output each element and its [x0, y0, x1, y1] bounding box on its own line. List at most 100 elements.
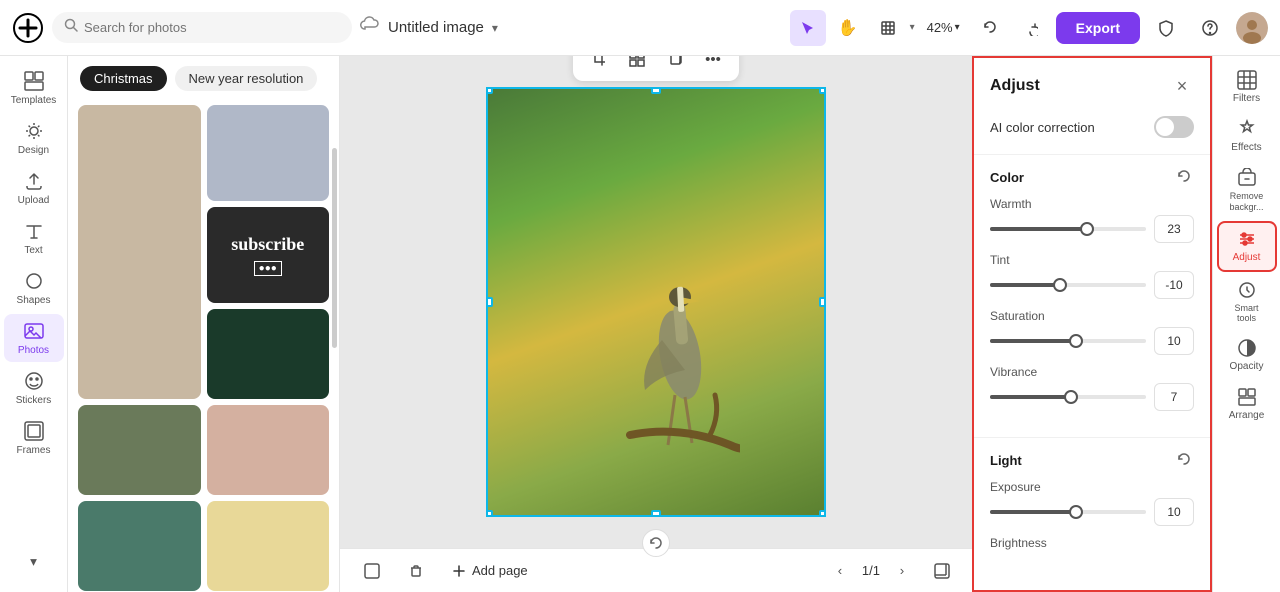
photo-thumb-5[interactable] [78, 405, 201, 495]
resize-handle-ml[interactable] [486, 297, 493, 307]
photo-thumb-4[interactable] [207, 309, 330, 399]
adjust-close-button[interactable]: × [1170, 74, 1194, 98]
photo-thumb-3[interactable]: subscribe●●● [207, 207, 330, 303]
vibrance-thumb[interactable] [1064, 390, 1078, 404]
search-box[interactable] [52, 12, 352, 43]
ai-correction-row: AI color correction [974, 110, 1210, 150]
warmth-thumb[interactable] [1080, 222, 1094, 236]
rotate-handle[interactable] [642, 529, 670, 557]
resize-handle-mr[interactable] [819, 297, 826, 307]
user-avatar[interactable] [1236, 12, 1268, 44]
frame-tool-button[interactable] [870, 10, 906, 46]
canvas-toolbar-icons: ✋ ▾ 42% ▾ [790, 10, 1048, 46]
saturation-label: Saturation [990, 309, 1194, 323]
ai-correction-label: AI color correction [990, 120, 1095, 135]
photo-thumb-7[interactable] [78, 501, 201, 591]
photo-thumb-2[interactable] [207, 105, 330, 201]
right-label-filters: Filters [1233, 93, 1260, 105]
sidebar-item-upload[interactable]: Upload [4, 164, 64, 212]
exposure-control: 10 [990, 498, 1194, 526]
hand-tool-button[interactable]: ✋ [830, 10, 866, 46]
sidebar-label-templates: Templates [11, 95, 57, 106]
exposure-track[interactable] [990, 510, 1146, 514]
notes-button[interactable] [928, 557, 956, 585]
right-item-smart-tools[interactable]: Smarttools [1217, 274, 1277, 331]
resize-handle-tl[interactable] [486, 87, 493, 94]
crop-button[interactable] [583, 56, 615, 75]
frame-tool-chevron[interactable]: ▾ [910, 22, 915, 33]
export-button[interactable]: Export [1056, 12, 1140, 44]
saturation-slider-row: Saturation 10 [990, 309, 1194, 355]
ai-correction-toggle[interactable] [1154, 116, 1194, 138]
right-item-adjust[interactable]: Adjust [1217, 221, 1277, 272]
sidebar-collapse-button[interactable]: ▾ [20, 548, 48, 576]
sidebar-item-text[interactable]: Text [4, 214, 64, 262]
zoom-button[interactable]: 42% ▾ [919, 16, 968, 39]
sidebar-item-frames[interactable]: Frames [4, 414, 64, 462]
copy-button[interactable] [659, 56, 691, 75]
resize-handle-bm[interactable] [651, 510, 661, 517]
color-reset-button[interactable] [1174, 167, 1194, 187]
photo-thumb-6[interactable] [207, 405, 330, 495]
right-item-filters[interactable]: Filters [1217, 64, 1277, 111]
help-icon[interactable] [1192, 10, 1228, 46]
tint-track[interactable] [990, 283, 1146, 287]
sidebar-item-templates[interactable]: Templates [4, 64, 64, 112]
exposure-thumb[interactable] [1069, 505, 1083, 519]
vibrance-track[interactable] [990, 395, 1146, 399]
tint-value[interactable]: -10 [1154, 271, 1194, 299]
add-page-button[interactable]: Add page [444, 559, 536, 582]
warmth-value[interactable]: 23 [1154, 215, 1194, 243]
resize-handle-tr[interactable] [819, 87, 826, 94]
tab-new-year[interactable]: New year resolution [175, 66, 318, 91]
sidebar-label-frames: Frames [17, 445, 51, 456]
vibrance-slider-row: Vibrance 7 [990, 365, 1194, 411]
exposure-label: Exposure [990, 480, 1194, 494]
redo-button[interactable] [1012, 10, 1048, 46]
warmth-track[interactable] [990, 227, 1146, 231]
right-item-effects[interactable]: Effects [1217, 113, 1277, 160]
delete-page-button[interactable] [400, 555, 432, 587]
canvas-wrapper: ••• [340, 56, 972, 548]
shield-icon[interactable] [1148, 10, 1184, 46]
right-label-remove-bg: Removebackgr... [1229, 191, 1263, 213]
color-section-title: Color [990, 170, 1024, 185]
app-logo[interactable] [12, 12, 44, 44]
canvas-image[interactable] [486, 87, 826, 517]
right-item-arrange[interactable]: Arrange [1217, 381, 1277, 428]
top-bar: Untitled image ▾ ✋ ▾ 42% ▾ [0, 0, 1280, 56]
prev-page-button[interactable]: ‹ [826, 557, 854, 585]
more-options-button[interactable]: ••• [697, 56, 729, 75]
select-tool-button[interactable] [790, 10, 826, 46]
photo-thumb-8[interactable] [207, 501, 330, 591]
tab-christmas[interactable]: Christmas [80, 66, 167, 91]
vibrance-value[interactable]: 7 [1154, 383, 1194, 411]
photo-thumb-1[interactable] [78, 105, 201, 399]
saturation-track[interactable] [990, 339, 1146, 343]
light-reset-button[interactable] [1174, 450, 1194, 470]
adjust-title: Adjust [990, 77, 1040, 95]
saturation-thumb[interactable] [1069, 334, 1083, 348]
toggle-thumb [1156, 118, 1174, 136]
grid-button[interactable] [621, 56, 653, 75]
sidebar-item-stickers[interactable]: Stickers [4, 364, 64, 412]
next-page-button[interactable]: › [888, 557, 916, 585]
doc-title-chevron[interactable]: ▾ [492, 21, 498, 35]
add-page-icon-button[interactable] [356, 555, 388, 587]
right-item-opacity[interactable]: Opacity [1217, 332, 1277, 379]
doc-title[interactable]: Untitled image [388, 19, 484, 36]
exposure-value[interactable]: 10 [1154, 498, 1194, 526]
right-item-remove-bg[interactable]: Removebackgr... [1217, 162, 1277, 219]
resize-handle-br[interactable] [819, 510, 826, 517]
resize-handle-bl[interactable] [486, 510, 493, 517]
tint-thumb[interactable] [1053, 278, 1067, 292]
search-input[interactable] [84, 20, 340, 35]
color-section-header: Color [990, 167, 1194, 187]
right-label-arrange: Arrange [1229, 410, 1265, 422]
sidebar-item-design[interactable]: Design [4, 114, 64, 162]
resize-handle-tm[interactable] [651, 87, 661, 94]
sidebar-item-shapes[interactable]: Shapes [4, 264, 64, 312]
saturation-value[interactable]: 10 [1154, 327, 1194, 355]
sidebar-item-photos[interactable]: Photos [4, 314, 64, 362]
undo-button[interactable] [972, 10, 1008, 46]
